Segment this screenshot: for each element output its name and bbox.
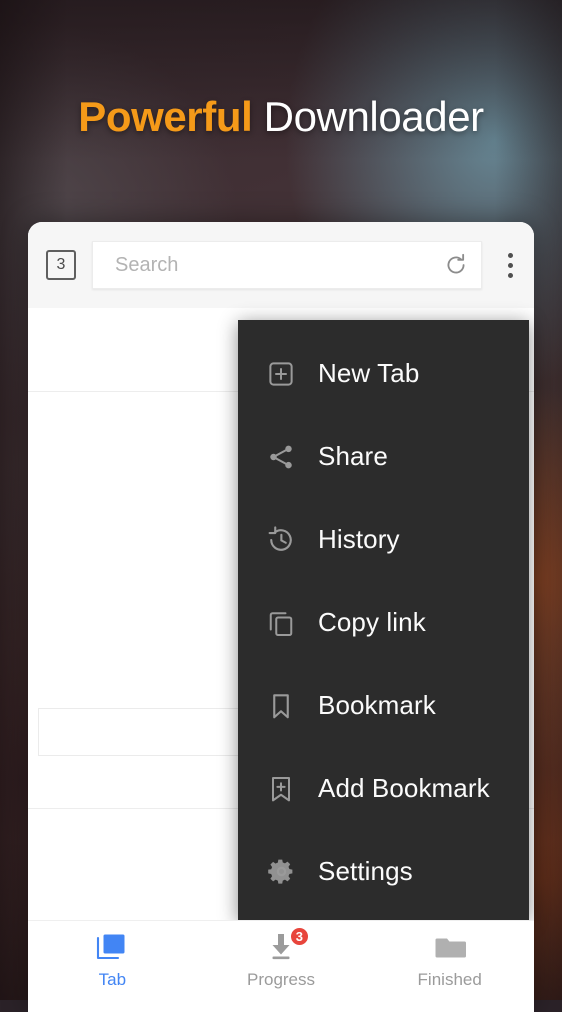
more-vertical-icon[interactable] <box>486 237 534 293</box>
bookmark-plus-icon <box>258 766 304 812</box>
menu-item-label: Bookmark <box>318 690 436 720</box>
page-title-highlight: Powerful <box>78 93 253 140</box>
gear-icon <box>258 849 304 895</box>
menu-item-new-tab[interactable]: New Tab <box>238 332 529 415</box>
browser-toolbar: 3 Search <box>28 222 534 308</box>
progress-badge: 3 <box>288 925 310 947</box>
clock-history-icon <box>258 517 304 563</box>
menu-item-share[interactable]: Share <box>238 415 529 498</box>
menu-item-copy-link[interactable]: Copy link <box>238 581 529 664</box>
page-title: Powerful Downloader <box>0 96 562 138</box>
download-arrow-icon: 3 <box>264 925 310 964</box>
tab-count-label: 3 <box>56 256 66 273</box>
menu-item-add-bookmark[interactable]: Add Bookmark <box>238 747 529 830</box>
page-title-plain: Downloader <box>263 93 485 140</box>
search-input[interactable]: Search <box>92 241 482 289</box>
dot <box>507 252 513 258</box>
share-nodes-icon <box>258 434 304 480</box>
copy-icon <box>258 600 304 646</box>
menu-item-label: Settings <box>318 856 413 886</box>
overflow-dropdown-menu[interactable]: New Tab Share History Copy link Bookmark… <box>238 320 529 920</box>
nav-item-tab[interactable]: Tab <box>28 921 197 1000</box>
folder-icon <box>433 932 467 964</box>
refresh-icon[interactable] <box>443 252 469 278</box>
menu-item-label: New Tab <box>318 358 420 388</box>
dot <box>507 262 513 268</box>
page-title-rest <box>252 93 263 140</box>
dot <box>507 272 513 278</box>
bookmark-outline-icon <box>258 683 304 729</box>
nav-item-finished[interactable]: Finished <box>365 921 534 1000</box>
menu-item-bookmark[interactable]: Bookmark <box>238 664 529 747</box>
tabs-stack-icon <box>95 932 129 964</box>
nav-item-label: Tab <box>98 969 127 989</box>
nav-item-label: Progress <box>246 969 316 989</box>
menu-item-settings[interactable]: Settings <box>238 830 529 913</box>
menu-item-label: Share <box>318 441 388 471</box>
nav-item-label: Finished <box>417 969 482 989</box>
bottom-navigation-bar: Tab 3 Progress Finished <box>28 920 534 1000</box>
menu-item-history[interactable]: History <box>238 498 529 581</box>
menu-item-label: History <box>318 524 400 554</box>
menu-item-label: Add Bookmark <box>318 773 490 803</box>
search-placeholder: Search <box>115 253 179 276</box>
new-tab-plus-square-icon <box>258 351 304 397</box>
tab-count-button[interactable]: 3 <box>46 250 76 280</box>
menu-item-label: Copy link <box>318 607 426 637</box>
nav-item-progress[interactable]: 3 Progress <box>197 921 366 1000</box>
